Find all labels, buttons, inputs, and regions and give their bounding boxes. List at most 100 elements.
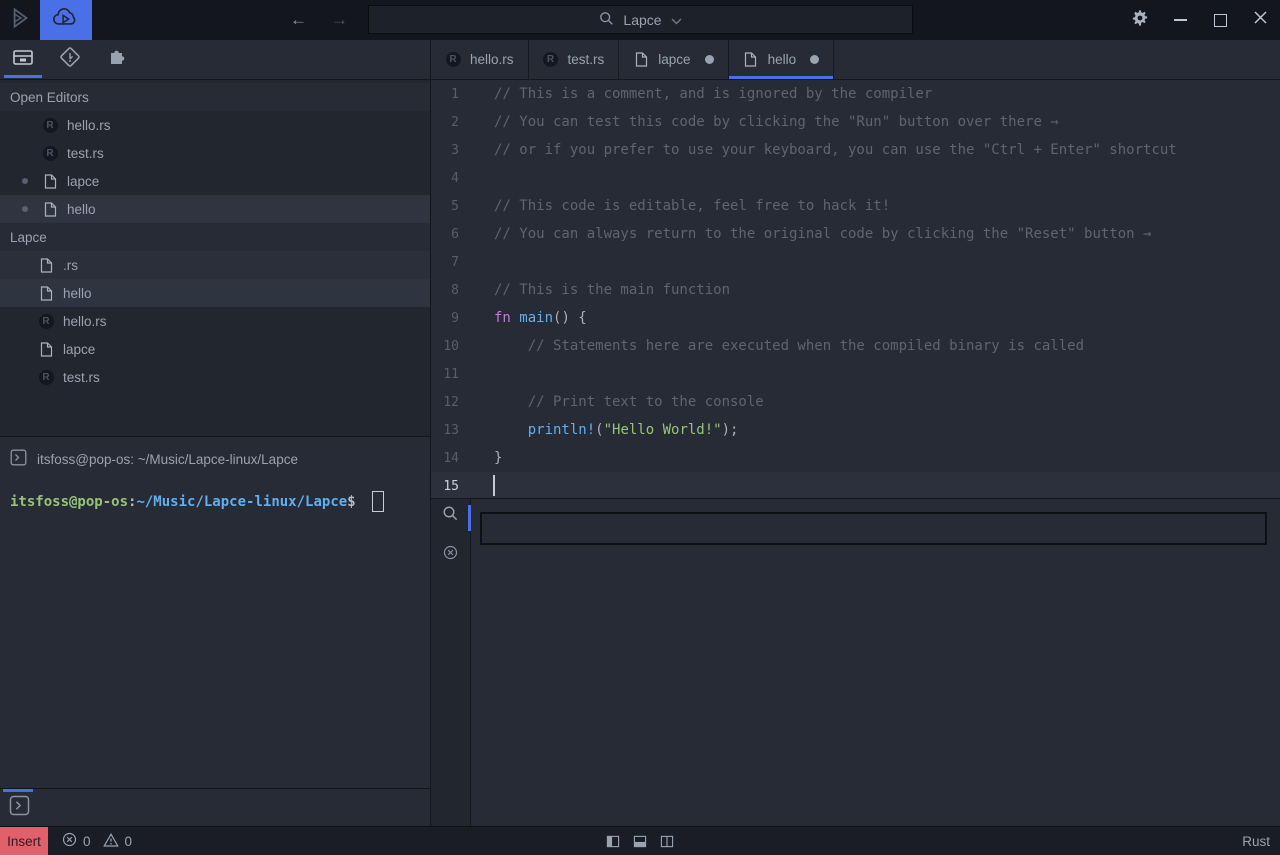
- forward-button[interactable]: →: [331, 10, 348, 30]
- code-line-4[interactable]: 4: [431, 164, 1280, 192]
- problems-panel-button[interactable]: [439, 543, 463, 567]
- activity-item-source-control[interactable]: [55, 40, 85, 79]
- file-label: test.rs: [67, 146, 104, 161]
- editor-tab-hello.rs[interactable]: Rhello.rs: [431, 40, 529, 79]
- window-controls: [1120, 0, 1280, 40]
- code-segment: // This code is editable, feel free to h…: [494, 198, 890, 214]
- terminal-panel[interactable]: itsfoss@pop-os: ~/Music/Lapce-linux/Lapc…: [0, 436, 430, 788]
- app-menu-button[interactable]: [0, 0, 40, 40]
- chevron-down-icon: [671, 12, 682, 28]
- code-segment: // You can always return to the original…: [494, 226, 1151, 242]
- close-button[interactable]: [1240, 0, 1280, 40]
- mode-badge[interactable]: Insert: [0, 827, 48, 855]
- settings-button[interactable]: [1120, 0, 1160, 40]
- code-segment: "Hello World!": [604, 422, 722, 438]
- editor-tab-lapce[interactable]: lapce: [619, 40, 728, 79]
- prompt-user: itsfoss@pop-os: [10, 494, 128, 510]
- modified-dot: [705, 55, 714, 64]
- lapce-window: ← → Lapce: [0, 0, 1280, 855]
- modified-dot: [810, 55, 819, 64]
- cloud-connect-icon: [51, 7, 81, 34]
- editor-zone: Rhello.rsRtest.rslapcehello 1// This is …: [430, 40, 1280, 826]
- rust-file-icon: R: [38, 314, 54, 329]
- line-number: 5: [431, 199, 459, 214]
- toggle-right-panel-icon[interactable]: [661, 835, 674, 848]
- tree-item-hello.rs[interactable]: Rhello.rs: [0, 307, 430, 335]
- code-line-9[interactable]: 9fn main() {: [431, 304, 1280, 332]
- tree-item-test.rs[interactable]: Rtest.rs: [0, 363, 430, 391]
- back-button[interactable]: ←: [290, 10, 307, 30]
- line-number: 7: [431, 255, 459, 270]
- minimize-button[interactable]: [1160, 0, 1200, 40]
- tab-label: hello.rs: [470, 52, 514, 67]
- minimize-icon: [1174, 19, 1187, 21]
- toggle-left-panel-icon[interactable]: [607, 835, 620, 848]
- code-segment: // or if you prefer to use your keyboard…: [494, 142, 1177, 158]
- terminal-icon: [10, 449, 27, 469]
- prompt-symbol: $: [347, 494, 364, 510]
- tree-item-lapce[interactable]: lapce: [0, 335, 430, 363]
- code-line-5[interactable]: 5 // This code is editable, feel free to …: [431, 192, 1280, 220]
- code-editor[interactable]: 1// This is a comment, and is ignored by…: [431, 80, 1280, 498]
- code-segment: // This is a comment, and is ignored by …: [494, 86, 932, 102]
- error-count: 0: [83, 834, 91, 849]
- code-segment: () {: [553, 310, 587, 326]
- file-label: .rs: [63, 258, 78, 273]
- line-number: 6: [431, 227, 459, 242]
- command-palette-button[interactable]: Lapce: [368, 5, 913, 34]
- open-editor-item-hello[interactable]: hello: [0, 195, 430, 223]
- open-editor-item-test.rs[interactable]: Rtest.rs: [0, 139, 430, 167]
- toggle-bottom-panel-icon[interactable]: [634, 835, 647, 848]
- activity-item-plugins[interactable]: [102, 40, 132, 79]
- code-line-13[interactable]: 13 println!("Hello World!");: [431, 416, 1280, 444]
- code-line-10[interactable]: 10 // Statements here are executed when …: [431, 332, 1280, 360]
- tree-item-hello[interactable]: hello: [0, 279, 430, 307]
- magnifier-icon: [599, 11, 614, 29]
- search-panel-button[interactable]: [439, 504, 463, 528]
- remote-connection-button[interactable]: [40, 0, 92, 40]
- code-line-12[interactable]: 12 // Print text to the console: [431, 388, 1280, 416]
- line-number: 8: [431, 283, 459, 298]
- code-line-3[interactable]: 3 // or if you prefer to use your keyboar…: [431, 136, 1280, 164]
- editor-tab-test.rs[interactable]: Rtest.rs: [529, 40, 620, 79]
- maximize-button[interactable]: [1200, 0, 1240, 40]
- code-line-8[interactable]: 8// This is the main function: [431, 276, 1280, 304]
- code-text: // You can always return to the original…: [494, 226, 1151, 242]
- code-line-14[interactable]: 14}: [431, 444, 1280, 472]
- code-text: }: [494, 450, 502, 466]
- terminal-header[interactable]: itsfoss@pop-os: ~/Music/Lapce-linux/Lapc…: [10, 445, 430, 473]
- titlebar: ← → Lapce: [0, 0, 1280, 40]
- terminal-prompt: itsfoss@pop-os:~/Music/Lapce-linux/Lapce…: [10, 491, 430, 512]
- workspace-header[interactable]: Lapce: [0, 223, 430, 251]
- active-panel-indicator: [468, 505, 471, 531]
- code-text: // Print text to the console: [494, 394, 764, 410]
- sidebar: Open Editors Rhello.rsRtest.rslapcehello…: [0, 40, 430, 826]
- code-text: println!("Hello World!");: [494, 422, 738, 438]
- editor-tab-hello[interactable]: hello: [729, 40, 835, 79]
- open-editors-header[interactable]: Open Editors: [0, 83, 430, 111]
- maximize-icon: [1214, 14, 1227, 27]
- file-label: lapce: [63, 342, 95, 357]
- prompt-separator: :: [128, 494, 136, 510]
- open-editor-item-hello.rs[interactable]: Rhello.rs: [0, 111, 430, 139]
- code-line-2[interactable]: 2// You can test this code by clicking t…: [431, 108, 1280, 136]
- file-label: test.rs: [63, 370, 100, 385]
- open-editors-list: Rhello.rsRtest.rslapcehello: [0, 111, 430, 223]
- code-line-15[interactable]: 15: [431, 472, 1280, 498]
- code-line-1[interactable]: 1// This is a comment, and is ignored by…: [431, 80, 1280, 108]
- line-number: 13: [431, 423, 459, 438]
- file-explorer-panel: Open Editors Rhello.rsRtest.rslapcehello…: [0, 80, 430, 436]
- activity-item-explorer[interactable]: [8, 40, 38, 79]
- language-indicator[interactable]: Rust: [1242, 834, 1280, 849]
- code-line-7[interactable]: 7: [431, 248, 1280, 276]
- code-line-11[interactable]: 11: [431, 360, 1280, 388]
- search-input[interactable]: [480, 512, 1267, 545]
- open-editor-item-lapce[interactable]: lapce: [0, 167, 430, 195]
- diagnostics[interactable]: 0 0: [62, 832, 138, 850]
- tree-item-.rs[interactable]: .rs: [0, 251, 430, 279]
- line-number: 3: [431, 143, 459, 158]
- code-text: // You can test this code by clicking th…: [494, 114, 1059, 130]
- code-line-6[interactable]: 6 // You can always return to the origina…: [431, 220, 1280, 248]
- file-tree-list: .rs helloRhello.rs lapce Rtest.rs: [0, 251, 430, 391]
- terminal-tab[interactable]: [8, 796, 31, 819]
